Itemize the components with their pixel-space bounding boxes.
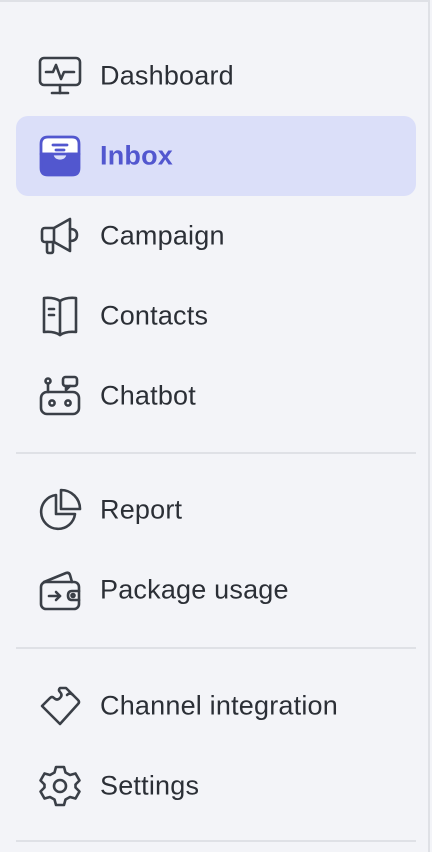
nav-group-system: Channel integration Settings [16, 666, 416, 826]
sidebar-item-chatbot[interactable]: Chatbot [16, 356, 416, 436]
sidebar-item-label: Dashboard [100, 60, 234, 91]
gear-icon [36, 762, 84, 810]
sidebar-item-label: Inbox [100, 140, 173, 171]
pie-chart-icon [36, 486, 84, 534]
puzzle-icon [36, 682, 84, 730]
sidebar-item-label: Contacts [100, 300, 209, 331]
contacts-book-icon [36, 292, 84, 340]
sidebar: Dashboard Inbox Campaign Contacts Chatbo… [0, 0, 430, 852]
sidebar-item-inbox[interactable]: Inbox [16, 116, 416, 196]
divider [16, 452, 416, 454]
megaphone-icon [36, 212, 84, 260]
nav-group-main: Dashboard Inbox Campaign Contacts Chatbo… [16, 36, 416, 436]
sidebar-item-settings[interactable]: Settings [16, 746, 416, 826]
inbox-tray-icon [36, 132, 84, 180]
sidebar-item-package-usage[interactable]: Package usage [16, 550, 416, 630]
sidebar-item-label: Package usage [100, 574, 289, 605]
sidebar-item-label: Channel integration [100, 690, 338, 721]
sidebar-item-report[interactable]: Report [16, 470, 416, 550]
sidebar-item-label: Report [100, 494, 183, 525]
sidebar-item-dashboard[interactable]: Dashboard [16, 36, 416, 116]
sidebar-item-campaign[interactable]: Campaign [16, 196, 416, 276]
sidebar-item-label: Campaign [100, 220, 225, 251]
sidebar-item-contacts[interactable]: Contacts [16, 276, 416, 356]
dashboard-monitor-icon [36, 52, 84, 100]
wallet-icon [36, 566, 84, 614]
divider [16, 840, 416, 842]
divider [16, 647, 416, 649]
nav-group-reports: Report Package usage [16, 470, 416, 630]
sidebar-item-label: Chatbot [100, 380, 196, 411]
chatbot-robot-icon [36, 372, 84, 420]
sidebar-item-channel-integration[interactable]: Channel integration [16, 666, 416, 746]
sidebar-item-label: Settings [100, 770, 200, 801]
